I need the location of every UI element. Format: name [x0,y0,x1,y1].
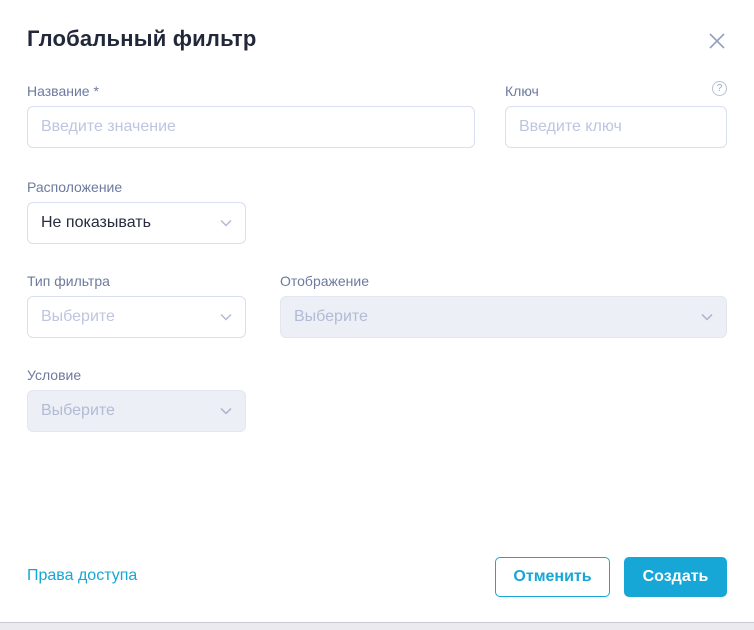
chevron-down-icon [220,214,232,232]
key-input[interactable] [505,106,727,148]
location-field-label: Расположение [27,179,246,195]
chevron-down-icon [220,308,232,326]
name-input[interactable] [27,106,475,148]
condition-field-label: Условие [27,367,246,383]
location-field-group: Расположение Не показывать [27,179,246,244]
chevron-down-icon [220,402,232,420]
location-select-value: Не показывать [41,214,151,232]
filter-type-field-group: Тип фильтра Выберите [27,273,246,338]
chevron-down-icon [701,308,713,326]
filter-type-select-placeholder: Выберите [41,308,115,326]
key-field-group: Ключ ? [505,83,727,148]
filter-type-field-label: Тип фильтра [27,273,246,289]
display-select: Выберите [280,296,727,338]
condition-select-placeholder: Выберите [41,402,115,420]
close-icon[interactable] [706,30,728,52]
display-field-group: Отображение Выберите [280,273,727,338]
condition-field-group: Условие Выберите [27,367,246,432]
key-field-label: Ключ [505,83,727,99]
filter-type-select[interactable]: Выберите [27,296,246,338]
page-title: Глобальный фильтр [27,26,257,52]
cancel-button[interactable]: Отменить [495,557,610,597]
name-field-label: Название * [27,83,475,99]
background-strip [0,622,754,630]
display-field-label: Отображение [280,273,727,289]
location-select[interactable]: Не показывать [27,202,246,244]
condition-select: Выберите [27,390,246,432]
name-field-group: Название * [27,83,475,148]
display-select-placeholder: Выберите [294,308,368,326]
create-button[interactable]: Создать [624,557,727,597]
access-rights-link[interactable]: Права доступа [27,567,137,585]
help-icon[interactable]: ? [712,81,727,96]
global-filter-modal: Глобальный фильтр Название * Ключ ? Расп… [0,0,754,630]
